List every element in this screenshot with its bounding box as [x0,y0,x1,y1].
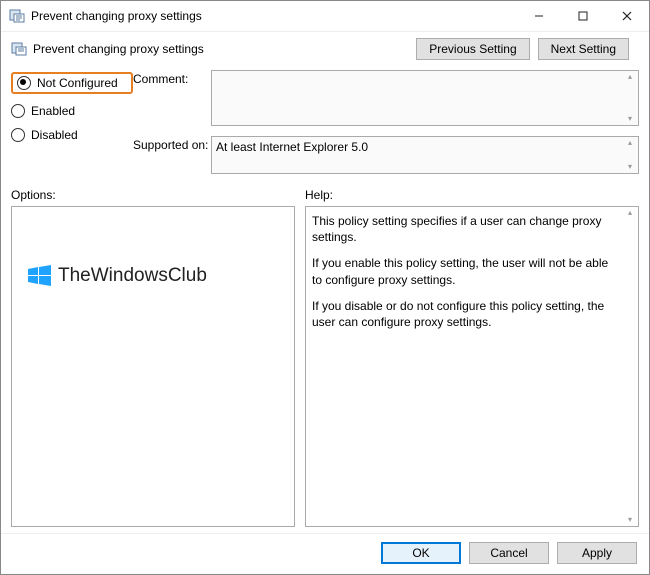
windows-logo-icon [26,263,52,289]
scroll-up-icon: ▴ [628,209,632,217]
supported-on-value: At least Internet Explorer 5.0 [216,140,368,154]
radio-enabled[interactable] [11,104,25,118]
help-panel: This policy setting specifies if a user … [305,206,639,527]
supported-on-box: At least Internet Explorer 5.0 ▴ ▾ [211,136,639,174]
next-setting-button[interactable]: Next Setting [538,38,629,60]
subheader: Prevent changing proxy settings Previous… [1,32,649,66]
comment-input[interactable]: ▴ ▾ [211,70,639,126]
scrollbar[interactable]: ▴ ▾ [624,209,636,524]
ok-button[interactable]: OK [381,542,461,564]
policy-name: Prevent changing proxy settings [33,42,416,56]
previous-setting-button[interactable]: Previous Setting [416,38,529,60]
radio-label: Enabled [31,104,75,118]
apply-button[interactable]: Apply [557,542,637,564]
close-button[interactable] [605,1,649,31]
lower-panels: Options: TheWindowsClub Help: This polic… [1,182,649,533]
dialog-footer: OK Cancel Apply [1,533,649,574]
maximize-button[interactable] [561,1,605,31]
radio-label: Disabled [31,128,78,142]
options-label: Options: [11,188,295,202]
help-paragraph: If you disable or do not configure this … [312,298,620,330]
scroll-up-icon: ▴ [628,139,632,147]
help-label: Help: [305,188,639,202]
watermark: TheWindowsClub [26,263,207,289]
maximize-icon [578,11,588,21]
minimize-icon [534,11,544,21]
policy-icon [9,8,25,24]
supported-on-label: Supported on: [133,136,211,152]
titlebar: Prevent changing proxy settings [1,1,649,32]
minimize-button[interactable] [517,1,561,31]
cancel-button[interactable]: Cancel [469,542,549,564]
scroll-down-icon: ▾ [628,516,632,524]
radio-disabled[interactable] [11,128,25,142]
config-area: Not Configured Enabled Disabled Comment:… [1,66,649,182]
options-panel: TheWindowsClub [11,206,295,527]
help-paragraph: This policy setting specifies if a user … [312,213,620,245]
comment-label: Comment: [133,70,211,86]
watermark-text: TheWindowsClub [58,265,207,287]
scroll-up-icon: ▴ [628,73,632,81]
scrollbar[interactable]: ▴ ▾ [624,139,636,171]
radio-not-configured[interactable] [17,76,31,90]
policy-icon [11,41,27,57]
help-paragraph: If you enable this policy setting, the u… [312,255,620,287]
window-controls [517,1,649,31]
scrollbar[interactable]: ▴ ▾ [624,73,636,123]
scroll-down-icon: ▾ [628,163,632,171]
highlight-not-configured: Not Configured [11,72,133,94]
window-title: Prevent changing proxy settings [31,9,517,23]
close-icon [622,11,632,21]
state-radio-group: Not Configured Enabled Disabled [11,70,133,142]
radio-label: Not Configured [37,76,118,90]
policy-editor-window: Prevent changing proxy settings Prevent … [0,0,650,575]
scroll-down-icon: ▾ [628,115,632,123]
